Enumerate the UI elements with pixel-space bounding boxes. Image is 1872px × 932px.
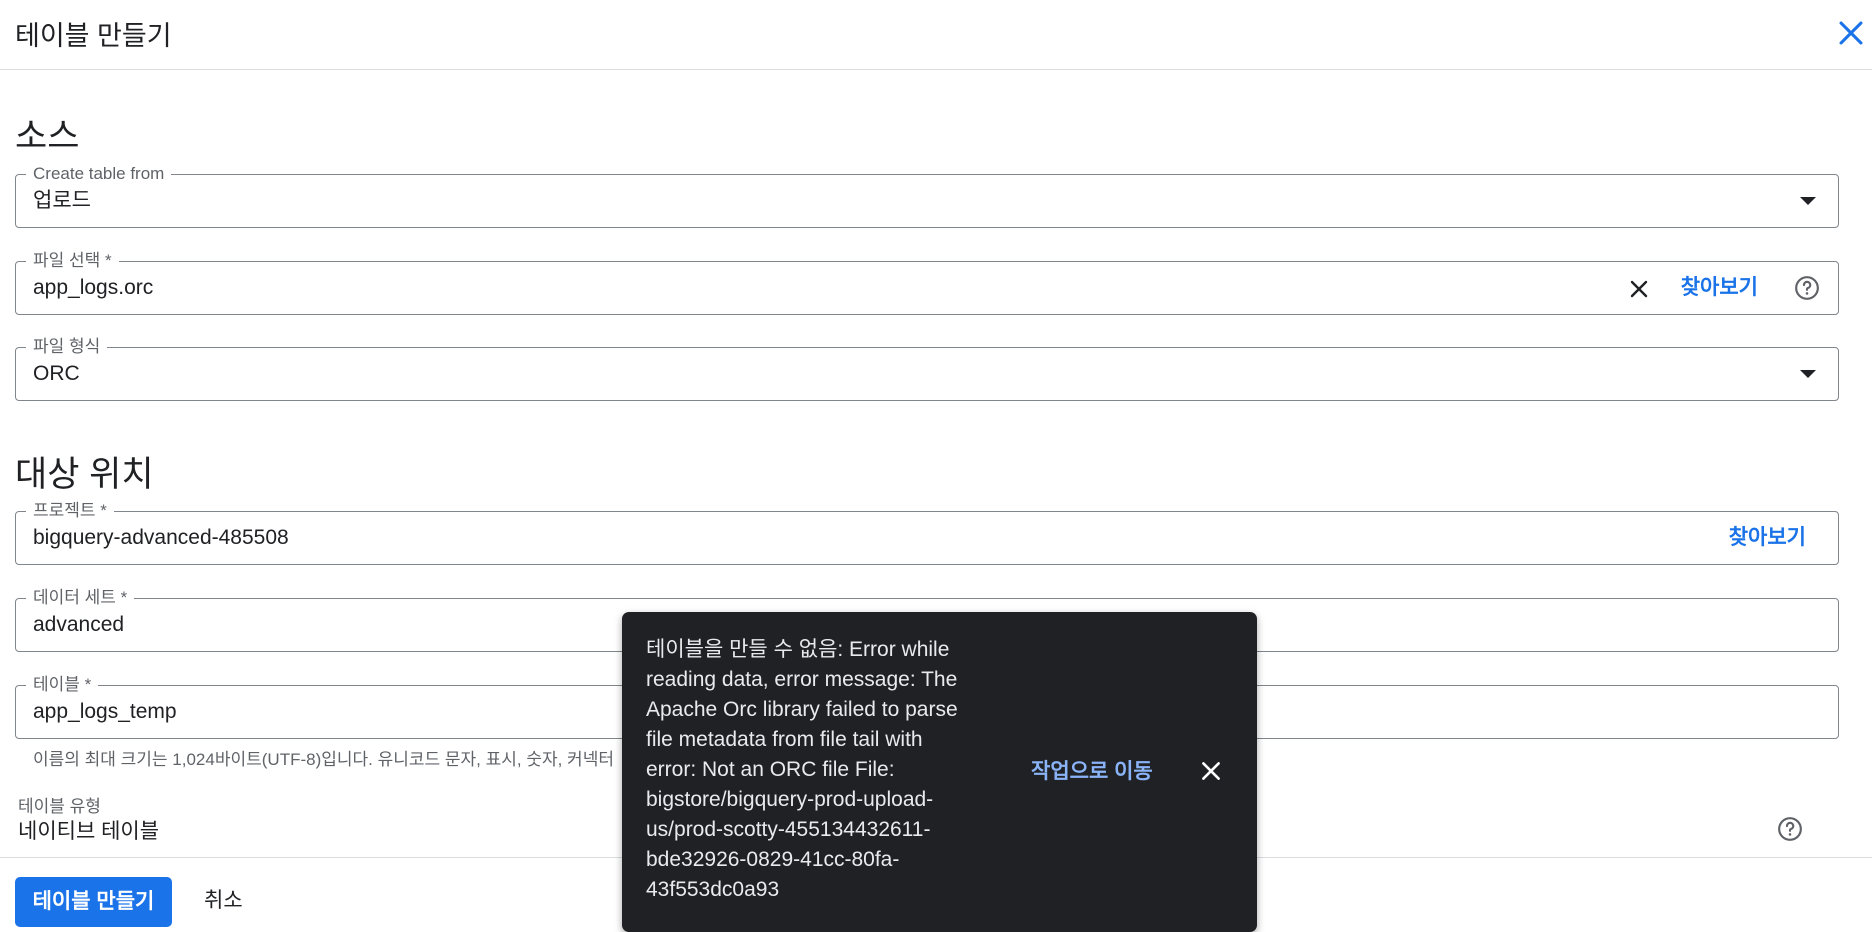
file-select-value: app_logs.orc: [33, 276, 154, 299]
create-table-from-label: Create table from: [26, 164, 172, 184]
help-circle-icon[interactable]: [1794, 275, 1820, 301]
source-section-title: 소스: [15, 117, 80, 156]
destination-section-title: 대상 위치: [15, 455, 154, 494]
project-label: 프로젝트 *: [26, 501, 114, 521]
cancel-button[interactable]: 취소: [192, 877, 255, 921]
close-icon[interactable]: [1198, 758, 1224, 784]
file-format-select[interactable]: 파일 형식 ORC: [15, 337, 1839, 401]
table-type-value: 네이티브 테이블: [18, 820, 160, 843]
error-message: 테이블을 만들 수 없음: Error while reading data, …: [646, 638, 958, 901]
dataset-label: 데이터 세트 *: [26, 588, 135, 608]
error-snackbar: 테이블을 만들 수 없음: Error while reading data, …: [622, 612, 1257, 932]
close-icon[interactable]: [1627, 277, 1651, 301]
table-name-hint: 이름의 최대 크기는 1,024바이트(UTF-8)입니다. 유니코드 문자, …: [33, 750, 614, 769]
dialog-header: 테이블 만들기: [0, 0, 1872, 70]
dataset-value: advanced: [33, 613, 125, 636]
create-table-from-value: 업로드: [33, 189, 91, 212]
table-name-label: 테이블 *: [26, 675, 99, 695]
table-name-value: app_logs_temp: [33, 700, 177, 723]
table-type-label: 테이블 유형: [18, 797, 101, 816]
close-icon[interactable]: [1834, 16, 1868, 50]
project-value: bigquery-advanced-485508: [33, 526, 289, 549]
dropdown-arrow-icon[interactable]: [1800, 197, 1816, 205]
dropdown-arrow-icon[interactable]: [1800, 370, 1816, 378]
file-format-label: 파일 형식: [26, 337, 108, 357]
go-to-job-button[interactable]: 작업으로 이동: [1031, 755, 1153, 785]
file-browse-link[interactable]: 찾아보기: [1681, 275, 1758, 301]
file-format-value: ORC: [33, 362, 80, 385]
file-select-label: 파일 선택 *: [26, 251, 119, 271]
help-circle-icon[interactable]: [1777, 816, 1803, 842]
page-title: 테이블 만들기: [15, 21, 172, 51]
project-field[interactable]: 프로젝트 * bigquery-advanced-485508 찾아보기: [15, 501, 1839, 565]
create-table-from-select[interactable]: Create table from 업로드: [15, 164, 1839, 228]
file-select-field[interactable]: 파일 선택 * app_logs.orc 찾아보기: [15, 251, 1839, 315]
create-table-button[interactable]: 테이블 만들기: [15, 877, 172, 927]
project-browse-link[interactable]: 찾아보기: [1729, 525, 1806, 551]
